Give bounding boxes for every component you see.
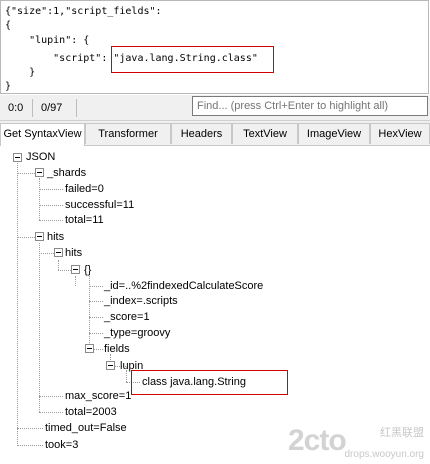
tree-connector: [58, 260, 59, 270]
tab-transformer[interactable]: Transformer: [85, 123, 171, 144]
request-line: {"size":1,"script_fields":: [5, 6, 162, 17]
tree-connector: [89, 333, 103, 334]
tree-node-failed[interactable]: failed=0: [65, 183, 104, 196]
tree-node-object[interactable]: {}: [84, 264, 91, 277]
tab-textview[interactable]: TextView: [232, 123, 298, 144]
request-line: "lupin": {: [5, 35, 90, 46]
cursor-position: 0:0: [8, 102, 24, 114]
collapse-toggle-icon[interactable]: [35, 168, 44, 177]
result-highlight-box: [131, 370, 288, 395]
tree-node-timed-out[interactable]: timed_out=False: [45, 422, 127, 435]
tree-node-score[interactable]: _score=1: [104, 311, 150, 324]
tree-connector: [17, 428, 43, 429]
tree-node-hits[interactable]: hits: [47, 231, 64, 244]
collapse-toggle-icon[interactable]: [54, 248, 63, 257]
tree-node-id[interactable]: _id=..%2findexedCalculateScore: [104, 280, 263, 293]
tree-connector: [89, 301, 103, 302]
tree-node-hits-inner[interactable]: hits: [65, 247, 82, 260]
find-input[interactable]: [192, 96, 428, 116]
tree-connector: [39, 243, 40, 412]
tree-connector: [39, 178, 40, 220]
tree-node-successful[interactable]: successful=11: [65, 199, 134, 212]
collapse-toggle-icon[interactable]: [13, 153, 22, 162]
watermark-brand: 2cto: [288, 424, 347, 457]
tree-node-total-hits[interactable]: total=2003: [65, 406, 117, 419]
tree-node-index[interactable]: _index=.scripts: [104, 295, 178, 308]
response-tabs: Get SyntaxView Transformer Headers TextV…: [0, 121, 430, 146]
tree-node-total-shards[interactable]: total=11: [65, 214, 104, 227]
tree-connector: [17, 163, 18, 446]
tree-node-shards[interactable]: _shards: [47, 167, 86, 180]
watermark-url: drops.wooyun.org: [344, 449, 425, 460]
tree-connector: [39, 220, 63, 221]
collapse-toggle-icon[interactable]: [106, 361, 115, 370]
request-line: {: [5, 20, 12, 31]
request-line: }: [5, 81, 12, 92]
tree-connector: [39, 205, 63, 206]
tree-connector: [39, 189, 63, 190]
tree-connector: [39, 396, 63, 397]
request-line: }: [5, 67, 36, 78]
tree-node-json[interactable]: JSON: [26, 151, 55, 164]
tree-node-type[interactable]: _type=groovy: [104, 327, 170, 340]
status-divider: [32, 99, 33, 117]
tab-headers[interactable]: Headers: [171, 123, 232, 144]
status-divider: [76, 99, 77, 117]
tree-node-took[interactable]: took=3: [45, 439, 78, 452]
collapse-toggle-icon[interactable]: [35, 232, 44, 241]
collapse-toggle-icon[interactable]: [71, 265, 80, 274]
collapse-toggle-icon[interactable]: [85, 344, 94, 353]
tab-get-syntaxview[interactable]: Get SyntaxView: [0, 123, 85, 146]
tree-node-max-score[interactable]: max_score=1: [65, 390, 131, 403]
tree-node-fields[interactable]: fields: [104, 343, 130, 356]
tree-connector: [89, 286, 103, 287]
tree-connector: [75, 276, 76, 286]
tree-connector: [89, 317, 103, 318]
tab-imageview[interactable]: ImageView: [298, 123, 370, 144]
tree-connector: [39, 412, 63, 413]
line-count: 0/97: [41, 102, 63, 114]
watermark-cn: 红黑联盟: [380, 427, 424, 439]
tab-hexview[interactable]: HexView: [370, 123, 430, 144]
script-highlight-box: [111, 46, 274, 73]
watermark-logo: 2cto 红黑联盟 drops.wooyun.org: [288, 422, 428, 462]
request-editor[interactable]: {"size":1,"script_fields": { "lupin": { …: [0, 0, 429, 94]
tree-connector: [17, 445, 43, 446]
